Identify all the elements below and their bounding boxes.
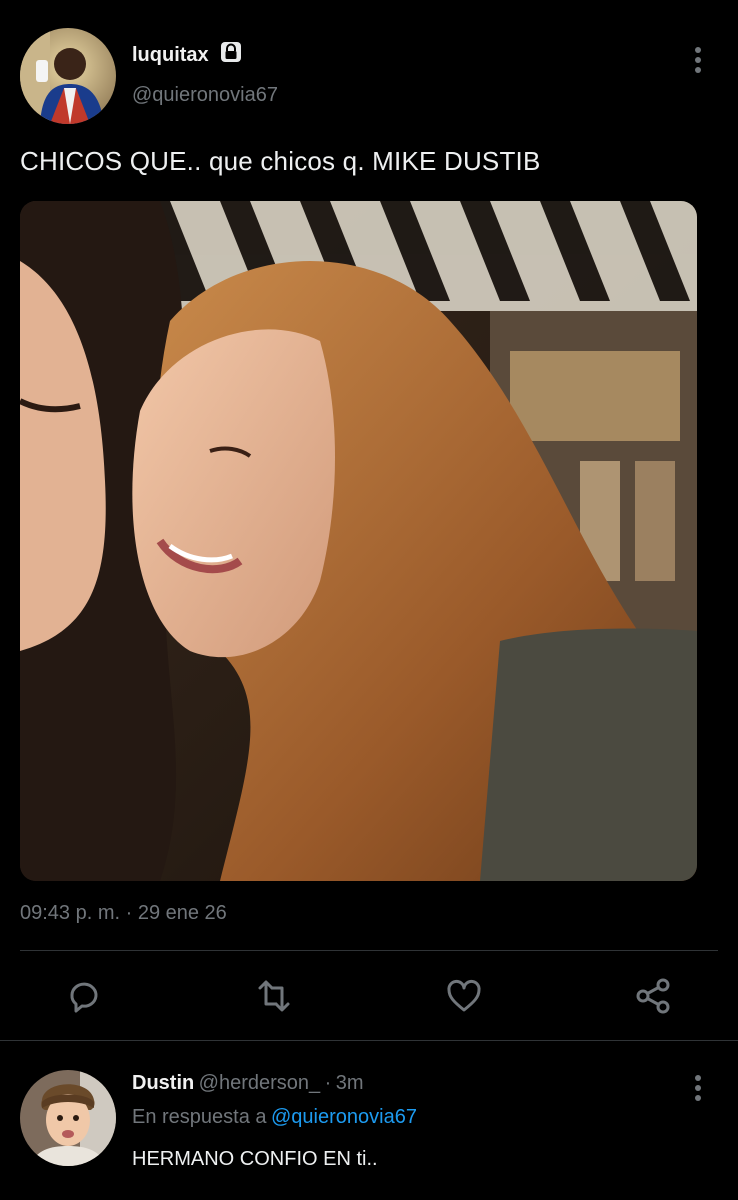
- lock-icon: [219, 40, 243, 64]
- reply-text: HERMANO CONFIO EN ti..: [132, 1148, 378, 1170]
- author-display-name[interactable]: luquitax: [132, 44, 209, 66]
- tweet-text: CHICOS QUE.. que chicos q. MIKE DUSTIB: [20, 146, 541, 176]
- reply-time[interactable]: 3m: [336, 1072, 364, 1094]
- tweet-photo[interactable]: [20, 201, 697, 881]
- in-reply-prefix: En respuesta a: [132, 1106, 267, 1128]
- author-handle[interactable]: @quieronovia67: [132, 84, 278, 107]
- reply-icon[interactable]: [64, 976, 104, 1016]
- like-icon[interactable]: [444, 976, 484, 1016]
- reply-display-name[interactable]: Dustin: [132, 1072, 194, 1094]
- reply-context: En respuesta a @quieronovia67: [132, 1106, 417, 1129]
- more-options-icon[interactable]: [694, 46, 702, 74]
- reply-avatar[interactable]: [20, 1070, 116, 1166]
- reply-separator: ·: [324, 1072, 332, 1094]
- reply-more-options-icon[interactable]: [694, 1074, 702, 1102]
- reply-handle[interactable]: @herderson_: [199, 1072, 320, 1094]
- in-reply-handle[interactable]: @quieronovia67: [271, 1106, 417, 1128]
- retweet-icon[interactable]: [254, 976, 294, 1016]
- divider: [20, 950, 718, 951]
- author-name-row: luquitax: [132, 40, 243, 67]
- author-avatar[interactable]: [20, 28, 116, 124]
- section-divider: [0, 1040, 738, 1041]
- tweet-timestamp[interactable]: 09:43 p. m. · 29 ene 26: [20, 902, 227, 925]
- share-icon[interactable]: [634, 976, 674, 1016]
- reply-header: Dustin @herderson_ · 3m: [132, 1072, 364, 1095]
